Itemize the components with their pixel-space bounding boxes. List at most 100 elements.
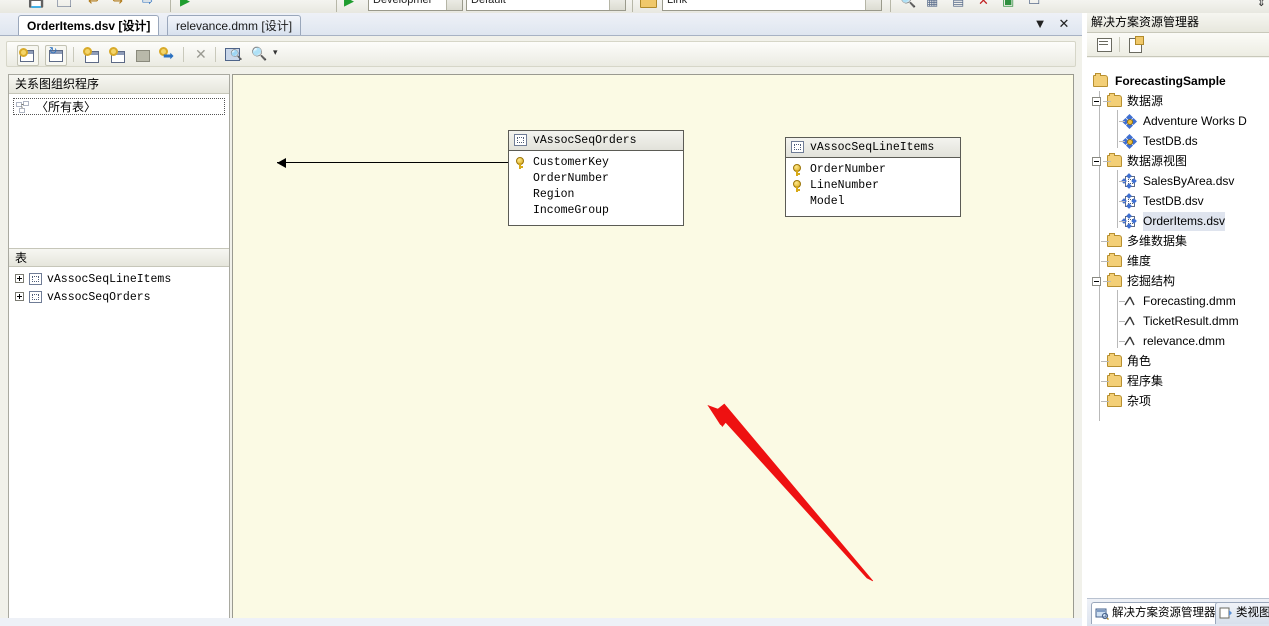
run-icon[interactable]: ▶ xyxy=(180,0,190,9)
explore-data-icon[interactable]: ➡ xyxy=(157,45,177,64)
zoom-icon[interactable]: 🔍 xyxy=(249,45,269,64)
designer-body: ↻ ➡ ✕ 🔍 🔍 ▾ 关系图组织程序 〈所有表〉 表 vAssocSeqLin… xyxy=(0,35,1082,626)
build-icon[interactable]: ▶ xyxy=(344,0,354,9)
solution-explorer-toolbar xyxy=(1087,33,1269,57)
expander-icon[interactable] xyxy=(1092,277,1101,286)
undo-icon[interactable]: ↩ xyxy=(88,0,99,9)
find-table-icon[interactable]: 🔍 xyxy=(223,45,243,64)
chevron-down-icon[interactable] xyxy=(865,0,881,10)
tab-solution-explorer[interactable]: 解决方案资源管理器 xyxy=(1091,602,1222,624)
new-named-calculation-icon[interactable] xyxy=(107,45,127,64)
entity-field[interactable]: OrderNumber xyxy=(509,171,683,187)
field-label: Model xyxy=(810,195,845,208)
tab-orderitems-dsv[interactable]: OrderItems.dsv [设计] xyxy=(18,15,160,35)
table-icon xyxy=(514,134,527,146)
tree-node-label: SalesByArea.dsv xyxy=(1143,174,1235,188)
redo-icon[interactable]: ↪ xyxy=(112,0,123,9)
link-combo[interactable]: Link xyxy=(662,0,882,11)
diagram-item-all-tables[interactable]: 〈所有表〉 xyxy=(13,98,225,115)
table-list-item[interactable]: vAssocSeqLineItems xyxy=(15,271,171,288)
entity-field[interactable]: OrderNumber xyxy=(786,162,960,178)
entity-field-list: OrderNumber LineNumber Model xyxy=(786,158,960,216)
remove-icon[interactable]: ✕ xyxy=(978,0,989,9)
project-icon xyxy=(1093,73,1108,87)
tree-node-label: Adventure Works D xyxy=(1143,114,1247,128)
save-all-icon[interactable]: 🗂 xyxy=(56,0,73,9)
tree-node-label: 挖掘结构 xyxy=(1127,274,1176,288)
entity-field-list: CustomerKey OrderNumber Region IncomeGro… xyxy=(509,151,683,225)
expander-icon[interactable] xyxy=(1092,97,1101,106)
solution-explorer-title: 解决方案资源管理器 xyxy=(1087,13,1269,33)
entity-vassocseqorders[interactable]: vAssocSeqOrders CustomerKey OrderNumber xyxy=(508,130,684,226)
designer-left-pane: 关系图组织程序 〈所有表〉 表 vAssocSeqLineItems vAsso… xyxy=(8,74,230,619)
folder-icon xyxy=(1107,253,1122,267)
replace-table-icon[interactable] xyxy=(133,45,153,64)
field-label: OrderNumber xyxy=(533,172,609,185)
search-icon[interactable]: 🔍 xyxy=(900,0,916,9)
chevron-down-icon[interactable] xyxy=(609,0,625,10)
tree-node-label: TestDB.ds xyxy=(1143,134,1198,148)
table-icon xyxy=(791,141,804,153)
configuration-combo[interactable]: Developmer xyxy=(368,0,463,11)
refresh-icon[interactable]: ↻ xyxy=(45,45,67,66)
database-icon[interactable]: ▣ xyxy=(1002,0,1014,9)
tree-node-label: relevance.dmm xyxy=(1143,334,1226,348)
table-icon xyxy=(29,291,42,303)
folder-icon[interactable] xyxy=(640,0,657,8)
tab-class-view[interactable]: 类视图 xyxy=(1215,602,1269,624)
tab-label: 解决方案资源管理器 xyxy=(1112,607,1216,619)
primary-key-icon xyxy=(793,180,801,192)
overflow-icon[interactable]: ⇕ xyxy=(1257,0,1266,9)
entity-title: vAssocSeqOrders xyxy=(509,131,683,151)
new-named-query-icon[interactable] xyxy=(81,45,101,64)
tab-list-dropdown-icon[interactable]: ▼ xyxy=(1030,15,1050,33)
visual-studio-window: 💾 🗂 ↩ ↪ ⇨ ▶ ▶ Developmer Default Link 🔍 … xyxy=(0,0,1269,626)
chevron-down-icon[interactable] xyxy=(446,0,462,10)
horizontal-scrollbar[interactable] xyxy=(0,618,1082,626)
entity-field[interactable]: Model xyxy=(786,194,960,210)
platform-combo[interactable]: Default xyxy=(466,0,626,11)
table-label: vAssocSeqOrders xyxy=(47,291,151,304)
tab-label: relevance.dmm [设计] xyxy=(176,19,293,33)
window-icon[interactable]: ▭ xyxy=(1028,0,1040,9)
main-toolbar-strip: 💾 🗂 ↩ ↪ ⇨ ▶ ▶ Developmer Default Link 🔍 … xyxy=(0,0,1269,13)
solution-explorer-bottom-tabs: 解决方案资源管理器 类视图 xyxy=(1087,598,1269,626)
document-window: OrderItems.dsv [设计] relevance.dmm [设计] ▼… xyxy=(0,13,1082,626)
relationship-line xyxy=(277,162,515,163)
save-icon[interactable]: 💾 xyxy=(28,0,44,9)
expander-icon[interactable] xyxy=(15,274,24,283)
designer-toolbar: ↻ ➡ ✕ 🔍 🔍 ▾ xyxy=(6,41,1076,67)
tree-node-label: TicketResult.dmm xyxy=(1143,314,1239,328)
diagram-organizer-header: 关系图组织程序 xyxy=(9,75,229,94)
deploy-icon[interactable]: ⇨ xyxy=(142,0,153,9)
dsv-design-canvas[interactable]: vAssocSeqOrders CustomerKey OrderNumber xyxy=(232,74,1074,619)
tab-relevance-dmm[interactable]: relevance.dmm [设计] xyxy=(167,15,302,35)
tree-node-label: 数据源 xyxy=(1127,94,1164,108)
solution-explorer-tree[interactable]: ForecastingSample 数据源 Adventure Works D … xyxy=(1087,58,1269,598)
entity-vassocseqlineitems[interactable]: vAssocSeqLineItems OrderNumber LineNumbe… xyxy=(785,137,961,217)
add-diagram-icon[interactable] xyxy=(17,45,39,66)
close-icon[interactable]: ✕ xyxy=(1054,15,1074,33)
view-code-icon[interactable] xyxy=(1127,35,1147,54)
zoom-dropdown-icon[interactable]: ▾ xyxy=(271,45,283,64)
entity-field[interactable]: Region xyxy=(509,187,683,203)
delete-icon[interactable]: ✕ xyxy=(191,45,211,64)
solution-explorer-panel: 解决方案资源管理器 ForecastingSample 数据源 Adventur… xyxy=(1087,13,1269,626)
table-list-item[interactable]: vAssocSeqOrders xyxy=(15,289,151,306)
diagram-organizer-list[interactable]: 〈所有表〉 xyxy=(9,94,229,248)
properties-icon[interactable] xyxy=(1095,35,1115,54)
entity-field[interactable]: CustomerKey xyxy=(509,155,683,171)
grid-icon[interactable]: ▦ xyxy=(926,0,938,9)
expander-icon[interactable] xyxy=(1092,157,1101,166)
entity-field[interactable]: LineNumber xyxy=(786,178,960,194)
entity-field[interactable]: IncomeGroup xyxy=(509,203,683,219)
expander-icon[interactable] xyxy=(15,292,24,301)
tree-node-label: 多维数据集 xyxy=(1127,234,1188,248)
tab-label: OrderItems.dsv [设计] xyxy=(27,19,151,33)
tree-node-label: 杂项 xyxy=(1127,394,1152,408)
platform-combo-value: Default xyxy=(471,0,506,6)
tab-label: 类视图 xyxy=(1236,607,1269,619)
tables-list: vAssocSeqLineItems vAssocSeqOrders xyxy=(9,267,229,618)
primary-key-icon xyxy=(793,164,801,176)
properties-icon[interactable]: ▤ xyxy=(952,0,964,9)
